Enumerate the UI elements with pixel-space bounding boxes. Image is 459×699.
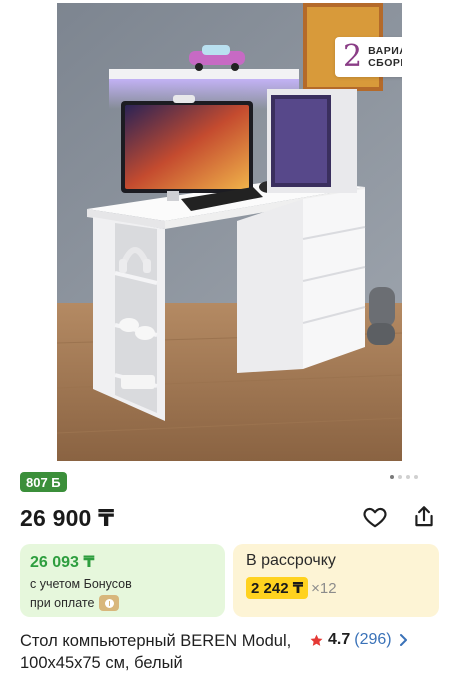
assembly-badge-text: ВАРИАНТА СБОРКИ <box>368 45 402 69</box>
bonus-coin-icon <box>99 595 120 611</box>
installment-payment-row: 2 242 ₸ ×12 <box>246 577 426 599</box>
rating-summary[interactable]: 4.7 (296) <box>309 630 410 650</box>
product-title: Стол компьютерный BEREN Modul, 100х45х75… <box>20 632 292 672</box>
share-icon <box>415 506 433 527</box>
installment-multiplier: ×12 <box>311 579 337 597</box>
bonus-pay-text: при оплате <box>30 596 95 610</box>
heart-outline-icon <box>363 507 387 528</box>
share-button[interactable] <box>410 503 438 531</box>
assembly-badge-line2: СБОРКИ <box>368 57 402 69</box>
product-image[interactable]: 2 ВАРИАНТА СБОРКИ <box>57 3 402 461</box>
assembly-badge-line1: ВАРИАНТА <box>368 45 402 57</box>
assembly-badge-number: 2 <box>343 39 363 74</box>
installment-monthly-amount: 2 242 ₸ <box>246 577 309 599</box>
pager-dot[interactable] <box>390 475 394 479</box>
bonus-price-amount: 26 093 ₸ <box>30 554 95 571</box>
installment-title: В рассрочку <box>246 552 336 569</box>
installment-card[interactable]: В рассрочку 2 242 ₸ ×12 <box>233 544 439 617</box>
rating-score: 4.7 <box>328 631 351 648</box>
bonus-points-badge: 807 Б <box>20 472 67 492</box>
favorite-button[interactable] <box>361 503 389 531</box>
pager-dot[interactable] <box>398 475 402 479</box>
bonus-price-note-line2: при оплате <box>30 595 215 611</box>
gallery-pager[interactable] <box>390 475 418 479</box>
bonus-price-note-line1: с учетом Бонусов <box>30 577 215 591</box>
bonus-note-text: с учетом Бонусов <box>30 577 132 591</box>
chevron-right-icon <box>399 634 407 646</box>
pager-dot[interactable] <box>414 475 418 479</box>
bonus-price-card[interactable]: 26 093 ₸ с учетом Бонусов при оплате <box>20 544 225 617</box>
assembly-variants-badge: 2 ВАРИАНТА СБОРКИ <box>335 37 402 77</box>
star-icon <box>310 634 323 646</box>
pager-dot[interactable] <box>406 475 410 479</box>
product-price: 26 900 ₸ <box>20 505 115 531</box>
reviews-count-link[interactable]: (296) <box>354 631 391 649</box>
